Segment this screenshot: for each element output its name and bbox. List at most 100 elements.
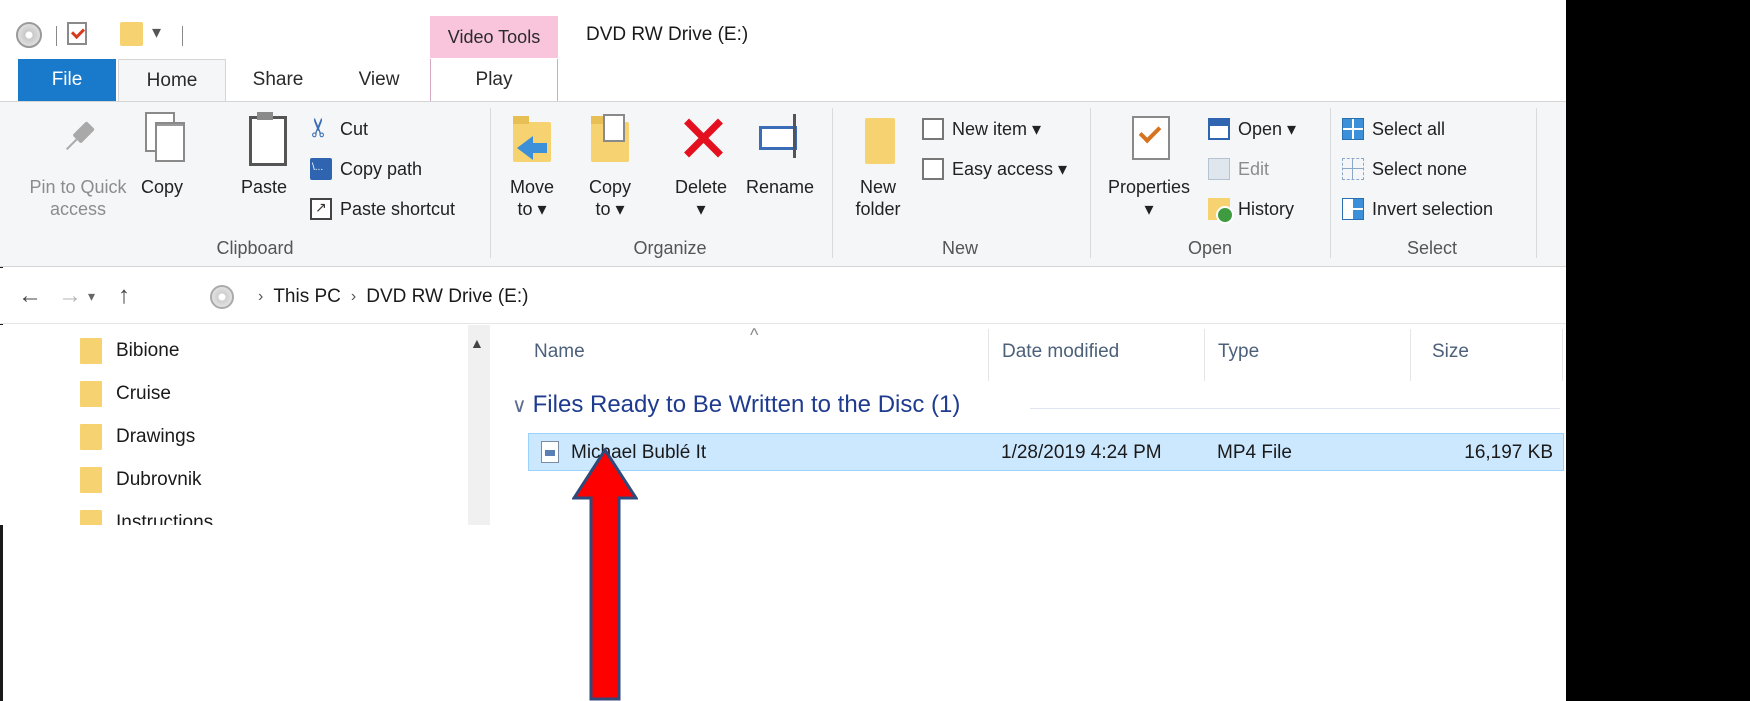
folder-icon — [80, 510, 102, 525]
nav-folder-bibione[interactable]: Bibione — [80, 331, 179, 371]
up-arrow-icon[interactable]: ↑ — [118, 282, 130, 310]
address-bar[interactable]: › This PC › DVD RW Drive (E:) — [210, 278, 1566, 316]
nav-pane-scrollbar[interactable] — [468, 325, 490, 525]
ribbon-home: Pin to Quick access Copy Paste Cut Copy … — [0, 101, 1566, 267]
column-separator[interactable] — [1410, 329, 1411, 381]
nav-folder-label: Drawings — [116, 426, 196, 447]
tab-view[interactable]: View — [330, 59, 428, 101]
move-to-button[interactable]: Move to ▾ — [504, 110, 560, 220]
edit-icon — [1208, 158, 1230, 180]
copy-label: Copy — [140, 177, 184, 197]
properties-button[interactable]: Properties ▾ — [1100, 110, 1198, 220]
invert-selection-button[interactable]: Invert selection — [1342, 194, 1493, 224]
cut-button[interactable]: Cut — [310, 114, 368, 144]
file-type: MP4 File — [1217, 442, 1292, 463]
nav-folder-cruise[interactable]: Cruise — [80, 374, 171, 414]
select-none-button[interactable]: Select none — [1342, 154, 1467, 184]
back-arrow-icon[interactable]: ← — [18, 282, 42, 310]
properties-icon — [1128, 110, 1170, 166]
video-file-icon — [541, 441, 559, 463]
video-tools-context-label: Video Tools — [430, 16, 558, 58]
pin-label-line1: Pin to Quick — [29, 177, 127, 197]
scroll-up-arrow-icon[interactable]: ▲ — [470, 335, 484, 351]
customize-quick-access-dropdown-icon[interactable]: ▾ — [152, 22, 161, 43]
paste-label: Paste — [240, 177, 288, 197]
easy-access-icon — [922, 158, 944, 180]
new-item-icon — [922, 118, 944, 140]
group-divider-line — [1030, 408, 1560, 409]
copy-icon — [141, 110, 185, 166]
title-bar: ▾ Video Tools DVD RW Drive (E:) — [0, 0, 1566, 59]
new-folder-quick-icon[interactable] — [120, 22, 143, 46]
column-header-name[interactable]: Name — [534, 341, 585, 363]
chevron-down-icon: ∨ — [512, 394, 527, 417]
file-row[interactable]: Michael Bublé It 1/28/2019 4:24 PM MP4 F… — [528, 433, 1564, 471]
breadcrumb-dvd-drive[interactable]: DVD RW Drive (E:) — [366, 286, 528, 308]
breadcrumb-this-pc[interactable]: This PC — [273, 286, 341, 308]
ribbon-tabs: File Home Share View Play — [0, 59, 1566, 102]
new-folder-button[interactable]: New folder — [850, 110, 906, 220]
properties-check-icon[interactable] — [67, 22, 87, 45]
history-button[interactable]: History — [1208, 194, 1294, 224]
pin-label-line2: access — [49, 199, 107, 219]
group-separator — [1090, 108, 1091, 258]
rename-icon — [759, 110, 801, 166]
select-all-button[interactable]: Select all — [1342, 114, 1445, 144]
group-separator — [490, 108, 491, 258]
new-item-button[interactable]: New item ▾ — [922, 114, 1041, 144]
new-folder-icon — [857, 110, 899, 166]
invert-selection-icon — [1342, 198, 1364, 220]
background-black-area — [1566, 0, 1750, 701]
select-none-label: Select none — [1372, 158, 1468, 179]
column-header-type[interactable]: Type — [1218, 341, 1259, 363]
breadcrumb-separator-icon: › — [350, 288, 357, 305]
open-button[interactable]: Open ▾ — [1208, 114, 1296, 144]
move-to-label-line1: Move — [509, 177, 554, 197]
sort-ascending-icon: ^ — [750, 325, 759, 345]
column-separator[interactable] — [988, 329, 989, 381]
rename-button[interactable]: Rename — [740, 110, 820, 198]
group-separator — [1536, 108, 1537, 258]
column-header-date-modified[interactable]: Date modified — [1002, 341, 1119, 363]
dvd-drive-icon — [210, 285, 234, 309]
easy-access-button[interactable]: Easy access ▾ — [922, 154, 1067, 184]
easy-access-label: Easy access ▾ — [952, 158, 1068, 179]
paste-button[interactable]: Paste — [236, 110, 292, 198]
copy-button[interactable]: Copy — [132, 110, 192, 198]
tab-play[interactable]: Play — [430, 59, 558, 101]
column-separator[interactable] — [1562, 329, 1563, 381]
nav-folder-dubrovnik[interactable]: Dubrovnik — [80, 460, 202, 500]
copy-to-button[interactable]: Copy to ▾ — [582, 110, 638, 220]
dvd-drive-icon[interactable] — [16, 22, 42, 48]
rename-label: Rename — [745, 177, 815, 197]
clipboard-icon — [243, 110, 287, 166]
select-all-label: Select all — [1372, 118, 1446, 139]
copy-path-button[interactable]: Copy path — [310, 154, 422, 184]
column-header-size[interactable]: Size — [1432, 341, 1469, 363]
pin-icon — [43, 103, 112, 172]
tab-file[interactable]: File — [18, 59, 116, 101]
tab-share[interactable]: Share — [229, 59, 327, 101]
paste-shortcut-button[interactable]: Paste shortcut — [310, 194, 455, 224]
tab-home[interactable]: Home — [118, 59, 226, 102]
group-label-new: New — [941, 238, 978, 258]
navigation-bar: ← → ▾ ↑ › This PC › DVD RW Drive (E:) — [0, 268, 1566, 324]
folder-icon — [80, 381, 102, 407]
recent-locations-chevron-icon[interactable]: ▾ — [88, 288, 95, 305]
group-label-select: Select — [1406, 238, 1458, 258]
delete-x-icon — [680, 110, 722, 166]
nav-folder-instructions[interactable]: Instructions — [80, 503, 213, 525]
delete-label: Delete — [674, 177, 728, 197]
delete-button[interactable]: Delete ▾ — [666, 110, 736, 220]
file-group-header[interactable]: ∨ Files Ready to Be Written to the Disc … — [512, 391, 960, 419]
edit-button[interactable]: Edit — [1208, 154, 1269, 184]
nav-folder-label: Bibione — [116, 340, 180, 361]
nav-folder-drawings[interactable]: Drawings — [80, 417, 195, 457]
move-to-label-line2: to ▾ — [517, 199, 547, 219]
open-label: Open ▾ — [1238, 118, 1297, 139]
pin-to-quick-access-button[interactable]: Pin to Quick access — [28, 110, 128, 220]
column-separator[interactable] — [1204, 329, 1205, 381]
paste-shortcut-icon — [310, 198, 332, 220]
history-icon — [1208, 198, 1234, 224]
forward-arrow-icon[interactable]: → — [58, 282, 82, 310]
